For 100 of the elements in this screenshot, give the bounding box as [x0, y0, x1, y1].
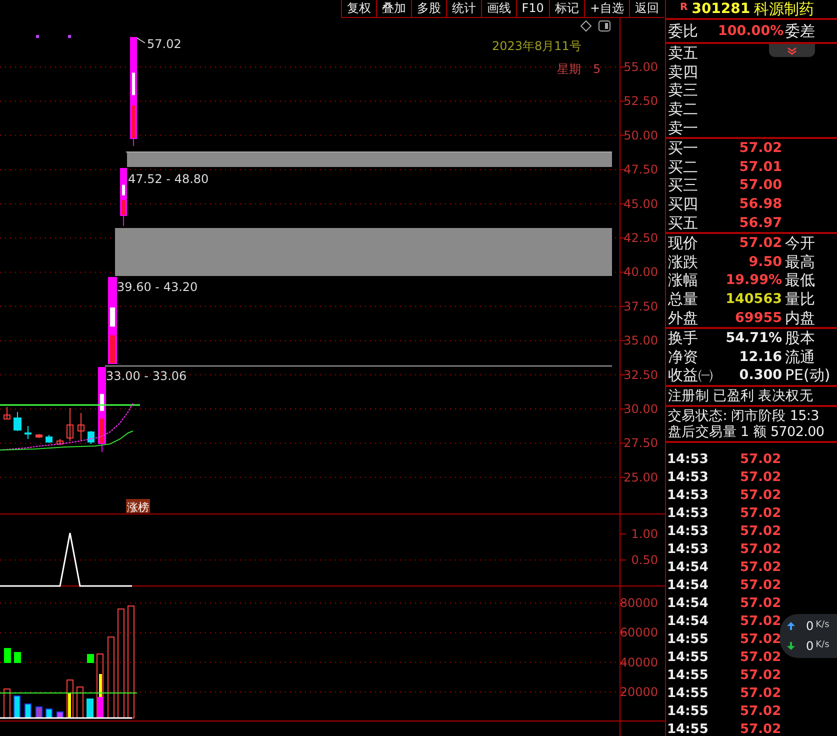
price-axis-label: 50.00: [624, 128, 658, 142]
candlestick: [46, 434, 52, 444]
tick-price: 57.02: [740, 648, 782, 667]
tick-price: 57.02: [740, 684, 782, 703]
quote-value: 57.00: [738, 176, 782, 194]
quote-label: 涨幅: [667, 271, 699, 290]
tick-time: 14:53: [666, 468, 710, 487]
diamond-icon[interactable]: [580, 20, 592, 32]
price-range-label: 39.60 - 43.20: [117, 280, 198, 294]
tick-price: 57.02: [740, 504, 782, 523]
quote-value: 56.98: [738, 195, 782, 214]
toolbar-button[interactable]: 复权: [340, 0, 376, 18]
tick-time: 14:53: [666, 540, 710, 559]
quote-value: 57.01: [738, 158, 782, 176]
volume-axis-label: 40000: [620, 655, 658, 670]
indicator-axis-label: 0.50: [631, 553, 658, 567]
toolbar-button[interactable]: +自选: [584, 0, 629, 18]
quote-label: 卖五: [667, 44, 699, 62]
quote-label: 委比: [667, 22, 699, 40]
quote-label: 买一: [667, 139, 699, 158]
quote-label: 买三: [667, 176, 699, 194]
tick-time: 14:53: [666, 486, 710, 505]
price-axis-label: 40.00: [624, 265, 658, 280]
tick-time: 14:54: [666, 612, 710, 631]
candlestick: [120, 168, 127, 226]
quote-label: PE(动): [784, 366, 830, 384]
volume-bar: [14, 696, 20, 718]
quote-value: 57.02: [738, 234, 782, 252]
quote-label: 股本: [784, 329, 815, 348]
candlestick: [88, 430, 94, 444]
collapse-button[interactable]: [769, 44, 815, 57]
toolbar-button[interactable]: 标记: [548, 0, 584, 18]
quote-label: 最低: [784, 271, 815, 290]
volume-axis-label: 80000: [620, 596, 658, 610]
toolbar-button[interactable]: 返回: [629, 0, 664, 18]
candlestick: [4, 406, 10, 420]
weekday-value: 5: [593, 62, 601, 76]
price-range-label: 47.52 - 48.80: [128, 172, 209, 186]
signal-block: [4, 648, 11, 663]
price-axis-label: 55.00: [624, 60, 658, 74]
volume-bar: [86, 698, 94, 718]
quote-value: 19.99%: [724, 271, 782, 290]
tick-price: 57.02: [740, 630, 782, 649]
volume-axis-label: 20000: [620, 685, 658, 700]
download-arrow-icon: [786, 641, 796, 651]
tick-price: 57.02: [740, 612, 782, 631]
speed-value: 0: [806, 618, 814, 635]
indicator-axis-label: 1.00: [631, 527, 658, 541]
quote-value: 57.02: [738, 139, 782, 158]
quote-label: 量比: [784, 290, 815, 308]
tick-time: 14:55: [666, 630, 710, 649]
toolbar-button[interactable]: 画线: [480, 0, 516, 18]
tick-price: 57.02: [740, 522, 782, 541]
price-axis-label: 42.50: [624, 231, 658, 245]
price-axis-label: 37.50: [624, 299, 658, 314]
price-axis-label: 35.00: [624, 334, 658, 348]
tick-price: 57.02: [740, 666, 782, 685]
high-price-label: 57.02: [147, 37, 182, 51]
quote-value: 56.97: [738, 214, 782, 232]
candlestick: [36, 434, 42, 438]
quote-label: 现价: [667, 234, 699, 252]
speed-unit: K/s: [816, 639, 830, 652]
tick-time: 14:55: [666, 648, 710, 667]
toolbar-button[interactable]: F10: [516, 0, 549, 18]
toolbar-button[interactable]: 叠加: [376, 0, 411, 18]
tick-time: 14:54: [666, 576, 710, 595]
quote-value: 12.16: [738, 348, 782, 366]
quote-label: 买四: [667, 195, 699, 214]
volume-bar: [46, 708, 52, 718]
quote-label: 买二: [667, 158, 699, 176]
tick-price: 57.02: [740, 594, 782, 613]
quote-value: 69955: [734, 308, 782, 327]
toolbar-button[interactable]: 统计: [446, 0, 481, 18]
panel-toggle-icon[interactable]: [598, 20, 610, 32]
speed-value: 0: [806, 638, 814, 655]
signal-block: [14, 652, 21, 663]
price-axis-label: 47.50: [624, 162, 658, 177]
candlestick: [78, 412, 84, 442]
signal-block: [87, 654, 94, 663]
candlestick: [66, 408, 74, 442]
volume-bar: [96, 654, 104, 718]
quote-label: 卖一: [667, 118, 699, 137]
quote-label: 流通: [784, 348, 815, 366]
quote-value: 140563: [724, 290, 782, 308]
tick-price: 57.02: [740, 702, 782, 721]
tick-price: 57.02: [740, 558, 782, 577]
price-axis-label: 32.50: [624, 368, 658, 382]
tick-time: 14:55: [666, 666, 710, 685]
weekday-label: 星期: [557, 62, 581, 76]
rank-tag: 涨榜: [126, 499, 150, 514]
price-range-label: 33.00 - 33.06: [106, 369, 187, 383]
info-line: 交易状态: 闭市阶段 15:3: [666, 404, 837, 423]
tick-price: 57.02: [740, 468, 782, 487]
quote-label: 外盘: [667, 308, 699, 327]
tick-time: 14:53: [666, 504, 710, 523]
volume-bar: [56, 712, 64, 718]
quote-label: 委差: [784, 22, 815, 40]
toolbar-button[interactable]: 多股: [410, 0, 446, 18]
stock-code: 301281: [692, 0, 750, 18]
quote-label: 买五: [667, 214, 699, 232]
